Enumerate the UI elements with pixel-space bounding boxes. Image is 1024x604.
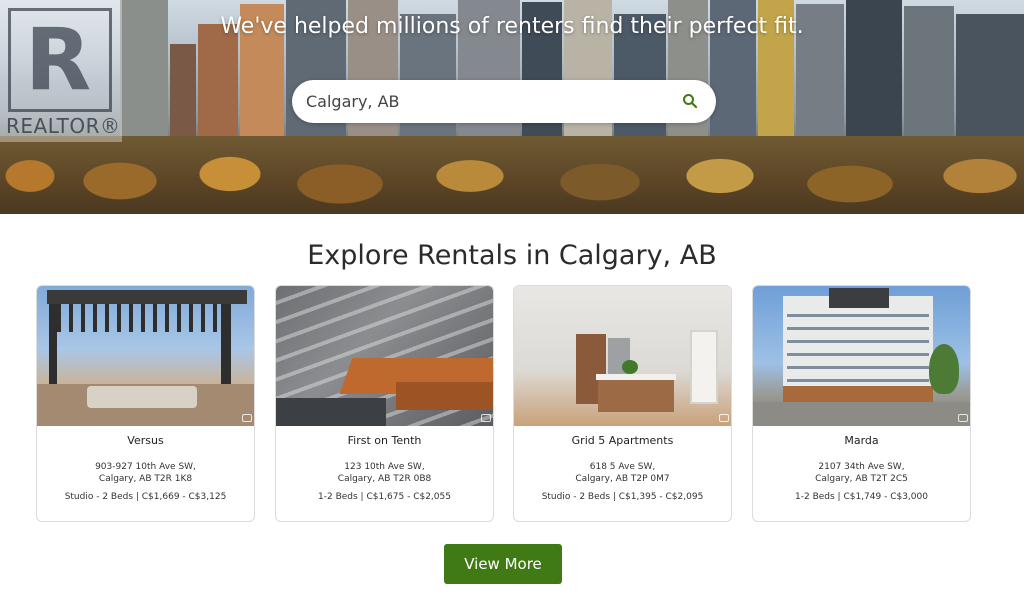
address-line-1: 618 5 Ave SW,	[589, 462, 656, 472]
listing-beds-price: Studio - 2 Beds | C$1,395 - C$2,095	[541, 492, 704, 502]
realtor-logo-text: REALTOR®	[6, 114, 121, 138]
listing-card-grid-5-apartments[interactable]: Grid 5 Apartments 618 5 Ave SW, Calgary,…	[513, 285, 732, 522]
listing-card-first-on-tenth[interactable]: First on Tenth 123 10th Ave SW, Calgary,…	[275, 285, 494, 522]
listing-address: 618 5 Ave SW, Calgary, AB T2P 0M7	[514, 461, 731, 485]
listing-photo[interactable]	[753, 286, 970, 426]
listing-name[interactable]: Grid 5 Apartments	[514, 434, 731, 447]
section-title: Explore Rentals in Calgary, AB	[307, 240, 717, 271]
listing-address: 123 10th Ave SW, Calgary, AB T2R 0B8	[276, 461, 493, 485]
listing-address: 903-927 10th Ave SW, Calgary, AB T2R 1K8	[37, 461, 254, 485]
listing-name[interactable]: Versus	[37, 434, 254, 447]
view-more-button[interactable]: View More	[444, 544, 562, 584]
address-line-1: 2107 34th Ave SW,	[818, 462, 905, 472]
camera-icon	[242, 414, 252, 422]
building-top	[829, 288, 889, 308]
address-line-1: 903-927 10th Ave SW,	[95, 462, 196, 472]
patio-furniture	[87, 386, 197, 408]
address-line-2: Calgary, AB T2P 0M7	[575, 474, 670, 484]
retail-level	[783, 386, 933, 402]
camera-icon	[719, 414, 729, 422]
listing-card-versus[interactable]: Versus 903-927 10th Ave SW, Calgary, AB …	[36, 285, 255, 522]
address-line-1: 123 10th Ave SW,	[344, 462, 425, 472]
island-top	[596, 374, 676, 380]
listing-address: 2107 34th Ave SW, Calgary, AB T2T 2C5	[753, 461, 970, 485]
address-line-2: Calgary, AB T2T 2C5	[815, 474, 908, 484]
listing-beds-price: Studio - 2 Beds | C$1,669 - C$3,125	[64, 492, 227, 502]
building-windows	[787, 304, 929, 388]
wood-canopy	[396, 382, 493, 410]
kitchen-island	[598, 378, 674, 412]
street-level	[276, 398, 386, 426]
tree	[929, 344, 959, 394]
pergola	[47, 290, 247, 304]
pergola-slats	[57, 304, 237, 332]
autumn-trees	[0, 136, 1024, 214]
search-bar[interactable]	[292, 80, 716, 123]
listing-photo[interactable]	[37, 286, 254, 426]
listing-name[interactable]: Marda	[753, 434, 970, 447]
listing-beds-price: 1-2 Beds | C$1,749 - C$3,000	[795, 492, 928, 502]
camera-icon	[958, 414, 968, 422]
listing-beds-price: 1-2 Beds | C$1,675 - C$2,055	[318, 492, 451, 502]
camera-icon	[481, 414, 491, 422]
listing-photo[interactable]	[276, 286, 493, 426]
doorway	[690, 330, 718, 404]
listing-card-marda[interactable]: Marda 2107 34th Ave SW, Calgary, AB T2T …	[752, 285, 971, 522]
search-input[interactable]	[306, 80, 666, 123]
plant	[622, 360, 638, 374]
search-icon[interactable]	[682, 93, 698, 109]
hero-banner: R REALTOR® We've helped millions of rent…	[0, 0, 1024, 214]
listing-photo[interactable]	[514, 286, 731, 426]
street	[753, 402, 970, 426]
address-line-2: Calgary, AB T2R 0B8	[337, 474, 432, 484]
address-line-2: Calgary, AB T2R 1K8	[98, 474, 193, 484]
hero-title: We've helped millions of renters find th…	[220, 14, 804, 39]
listing-name[interactable]: First on Tenth	[276, 434, 493, 447]
